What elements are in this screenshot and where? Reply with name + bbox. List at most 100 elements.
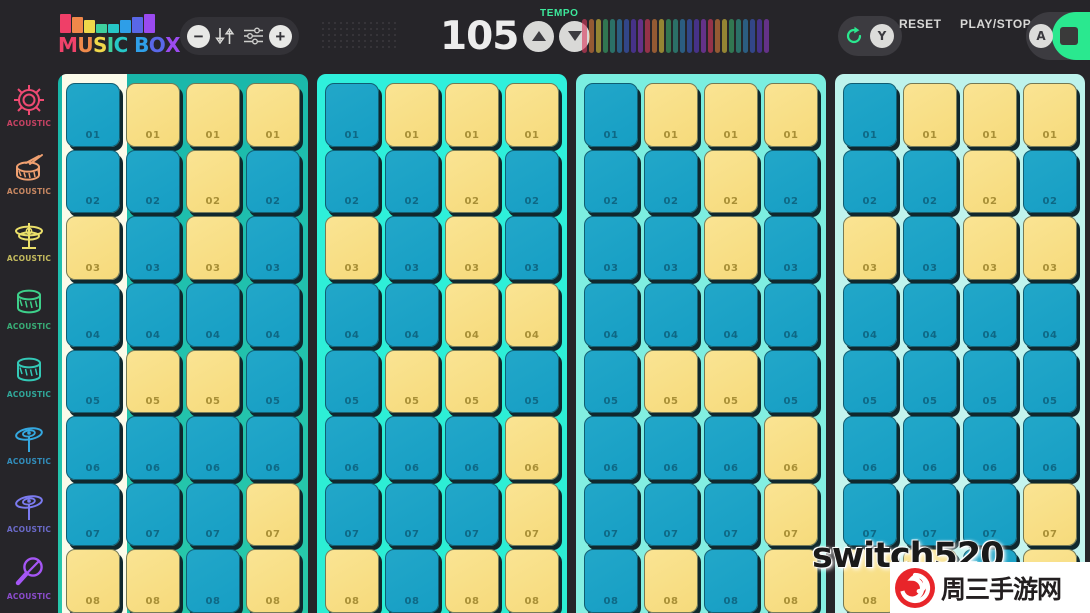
zoom-in-button[interactable]: + [268,24,292,48]
step-cell[interactable]: 01 [505,83,559,147]
step-cell[interactable]: 01 [126,83,180,147]
step-cell[interactable]: 05 [66,349,120,414]
step-cell[interactable]: 01 [186,83,240,147]
step-cell[interactable]: 06 [505,416,559,480]
step-cell[interactable]: 04 [385,282,439,347]
step-cell[interactable]: 03 [843,216,897,280]
step-cell[interactable]: 04 [126,282,180,347]
step-cell[interactable]: 03 [644,216,698,280]
sidebar-item-cymbal-crash[interactable]: ACOUSTIC [0,478,58,546]
step-cell[interactable]: 07 [1023,482,1077,547]
step-cell[interactable]: 06 [764,416,818,480]
sliders-icon[interactable] [241,24,267,48]
step-cell[interactable]: 05 [704,349,758,414]
zoom-out-button[interactable]: − [187,24,211,48]
sidebar-item-snare-drum[interactable]: ACOUSTIC [0,140,58,208]
step-cell[interactable]: 03 [385,216,439,280]
step-cell[interactable]: 01 [963,83,1017,147]
step-cell[interactable]: 06 [385,416,439,480]
step-cell[interactable]: 06 [186,416,240,480]
sidebar-item-hi-hat[interactable]: ACOUSTIC [0,207,58,275]
step-cell[interactable]: 02 [903,149,957,214]
step-cell[interactable]: 01 [764,83,818,147]
step-cell[interactable]: 01 [1023,83,1077,147]
step-cell[interactable]: 02 [246,149,300,214]
step-cell[interactable]: 02 [644,149,698,214]
step-cell[interactable]: 01 [584,83,638,147]
step-cell[interactable]: 07 [505,482,559,547]
step-cell[interactable]: 03 [963,216,1017,280]
step-cell[interactable]: 02 [963,149,1017,214]
step-cell[interactable]: 01 [385,83,439,147]
sidebar-item-tom-high[interactable]: ACOUSTIC [0,275,58,343]
step-cell[interactable]: 05 [186,349,240,414]
step-cell[interactable]: 06 [1023,416,1077,480]
step-cell[interactable]: 05 [764,349,818,414]
step-cell[interactable]: 05 [903,349,957,414]
step-cell[interactable]: 03 [246,216,300,280]
sidebar-item-maraca[interactable]: ACOUSTIC [0,545,58,613]
step-cell[interactable]: 02 [1023,149,1077,214]
step-cell[interactable]: 02 [385,149,439,214]
step-cell[interactable]: 06 [584,416,638,480]
step-cell[interactable]: 04 [963,282,1017,347]
step-cell[interactable]: 05 [644,349,698,414]
step-cell[interactable]: 04 [66,282,120,347]
step-cell[interactable]: 04 [325,282,379,347]
step-cell[interactable]: 06 [325,416,379,480]
step-cell[interactable]: 05 [126,349,180,414]
step-cell[interactable]: 02 [505,149,559,214]
step-cell[interactable]: 05 [843,349,897,414]
step-cell[interactable]: 07 [385,482,439,547]
step-cell[interactable]: 02 [325,149,379,214]
step-cell[interactable]: 03 [325,216,379,280]
step-cell[interactable]: 07 [126,482,180,547]
step-cell[interactable]: 01 [903,83,957,147]
step-cell[interactable]: 06 [66,416,120,480]
step-cell[interactable]: 03 [445,216,499,280]
step-cell[interactable]: 01 [445,83,499,147]
step-cell[interactable]: 03 [66,216,120,280]
step-cell[interactable]: 03 [505,216,559,280]
step-cell[interactable]: 08 [246,549,300,613]
step-cell[interactable]: 03 [704,216,758,280]
step-cell[interactable]: 03 [1023,216,1077,280]
step-cell[interactable]: 08 [66,549,120,613]
sidebar-item-tom-low[interactable]: ACOUSTIC [0,342,58,410]
step-cell[interactable]: 02 [843,149,897,214]
step-cell[interactable]: 04 [584,282,638,347]
step-cell[interactable]: 06 [963,416,1017,480]
step-cell[interactable]: 04 [704,282,758,347]
sidebar-item-cymbal-ride[interactable]: ACOUSTIC [0,410,58,478]
step-cell[interactable]: 04 [1023,282,1077,347]
step-cell[interactable]: 04 [186,282,240,347]
step-cell[interactable]: 04 [445,282,499,347]
step-cell[interactable]: 05 [325,349,379,414]
step-cell[interactable]: 08 [325,549,379,613]
step-cell[interactable]: 01 [325,83,379,147]
step-cell[interactable]: 03 [764,216,818,280]
step-cell[interactable]: 02 [186,149,240,214]
step-cell[interactable]: 05 [963,349,1017,414]
step-cell[interactable]: 06 [246,416,300,480]
step-cell[interactable]: 07 [764,482,818,547]
step-cell[interactable]: 03 [584,216,638,280]
step-cell[interactable]: 03 [186,216,240,280]
step-cell[interactable]: 08 [505,549,559,613]
step-cell[interactable]: 05 [385,349,439,414]
step-cell[interactable]: 05 [1023,349,1077,414]
step-cell[interactable]: 06 [704,416,758,480]
step-cell[interactable]: 04 [505,282,559,347]
tempo-up-button[interactable] [523,20,555,52]
step-cell[interactable]: 06 [126,416,180,480]
step-cell[interactable]: 01 [644,83,698,147]
step-cell[interactable]: 05 [246,349,300,414]
step-cell[interactable]: 01 [704,83,758,147]
step-cell[interactable]: 07 [445,482,499,547]
step-cell[interactable]: 05 [505,349,559,414]
step-cell[interactable]: 08 [126,549,180,613]
step-cell[interactable]: 04 [644,282,698,347]
step-cell[interactable]: 07 [186,482,240,547]
step-cell[interactable]: 06 [843,416,897,480]
step-cell[interactable]: 05 [584,349,638,414]
